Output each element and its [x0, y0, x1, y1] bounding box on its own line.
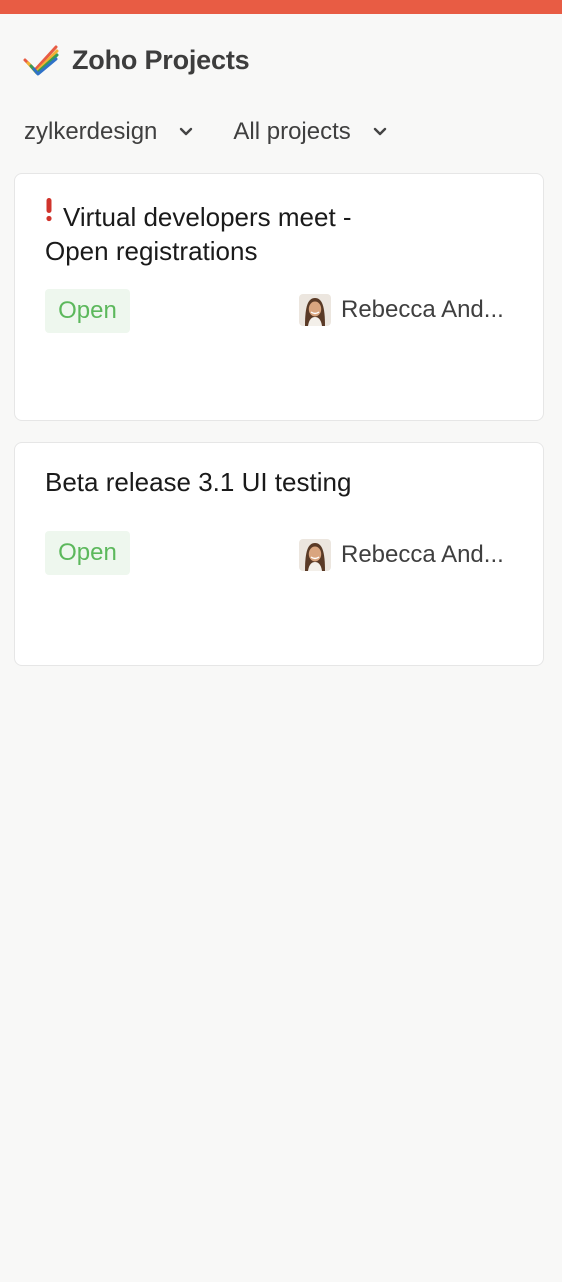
assignee[interactable]: Rebecca And...	[299, 294, 504, 326]
app-header: Zoho Projects	[22, 42, 250, 78]
chevron-down-icon	[180, 127, 193, 136]
assignee-name: Rebecca And...	[341, 541, 504, 568]
status-badge[interactable]: Open	[45, 289, 130, 333]
top-accent-bar	[0, 0, 562, 14]
task-card[interactable]: Beta release 3.1 UI testing Open Rebecca…	[14, 442, 544, 666]
status-badge[interactable]: Open	[45, 531, 130, 575]
filter-bar: zylkerdesign All projects	[24, 112, 387, 152]
chevron-down-icon	[373, 127, 386, 136]
assignee[interactable]: Rebecca And...	[299, 539, 504, 571]
avatar	[299, 294, 331, 326]
zoho-check-logo-icon	[23, 45, 59, 76]
task-title-line-2: Open registrations	[45, 236, 258, 266]
avatar	[299, 539, 331, 571]
assignee-name: Rebecca And...	[341, 296, 504, 323]
task-title-line-1: Virtual developers meet -	[63, 202, 352, 232]
app-title: Zoho Projects	[72, 44, 250, 75]
task-title: Beta release 3.1 UI testing	[45, 465, 503, 499]
portal-selector-label: zylkerdesign	[24, 118, 158, 145]
exclamation-icon	[45, 198, 53, 222]
task-card[interactable]: Virtual developers meet - Open registrat…	[14, 173, 544, 421]
project-selector-label: All projects	[233, 118, 351, 145]
project-selector[interactable]: All projects	[233, 118, 386, 146]
task-title: Virtual developers meet - Open registrat…	[45, 198, 503, 268]
portal-selector[interactable]: zylkerdesign	[24, 118, 193, 146]
task-title-line-1: Beta release 3.1 UI testing	[45, 467, 352, 497]
